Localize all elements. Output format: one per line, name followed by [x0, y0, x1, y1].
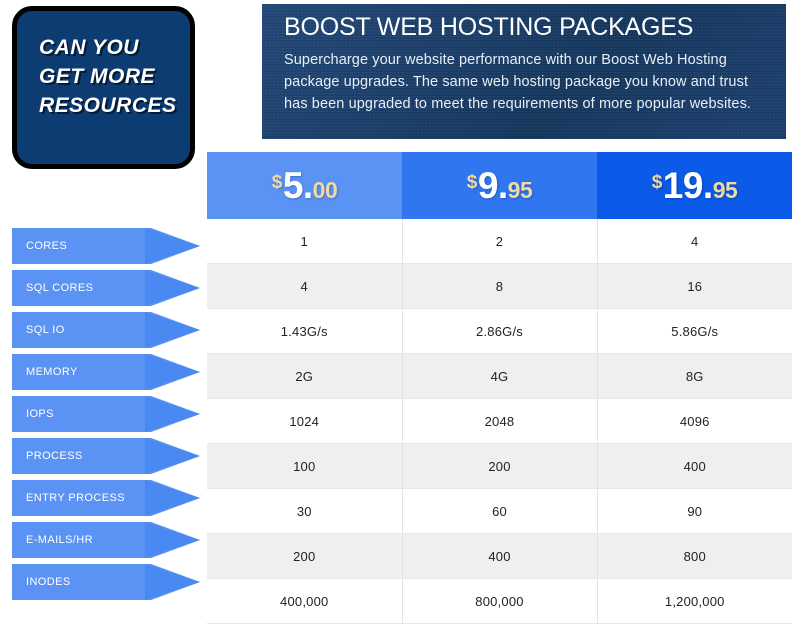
feature-label-text: SQL CORES: [26, 282, 94, 294]
feature-label-text: E-MAILS/HR: [26, 534, 93, 546]
arrow-tip-icon: [145, 522, 200, 558]
feature-label-arrow-3[interactable]: SQL IO: [12, 312, 200, 348]
table-cell: 16: [597, 263, 792, 309]
table-cell: 60: [402, 488, 598, 534]
feature-label-text: INODES: [26, 576, 71, 588]
price-currency-symbol: $: [651, 171, 663, 193]
table-cell: 8: [402, 263, 598, 309]
arrow-tip-icon: [145, 270, 200, 306]
price-currency-symbol: $: [466, 171, 478, 193]
feature-label-text: MEMORY: [26, 366, 78, 378]
feature-label-arrow-8[interactable]: E-MAILS/HR: [12, 522, 200, 558]
table-cell: 200: [207, 533, 403, 579]
plan-price-cell-3[interactable]: $19. 95: [597, 152, 792, 219]
plan-price-1: $5. 00: [272, 165, 338, 207]
feature-label-text: ENTRY PROCESS: [26, 492, 125, 504]
table-cell: 800,000: [402, 578, 598, 624]
price-whole-number: 5: [282, 164, 304, 206]
table-cell: 4G: [402, 353, 598, 399]
table-cell: 2G: [207, 353, 403, 399]
arrow-tip-icon: [145, 438, 200, 474]
feature-label-arrow-9[interactable]: INODES: [12, 564, 200, 600]
table-row: 124: [207, 219, 792, 264]
feature-label-text: PROCESS: [26, 450, 83, 462]
feature-label-arrow-2[interactable]: SQL CORES: [12, 270, 200, 306]
price-whole-number: 9: [477, 164, 499, 206]
page-title: BOOST WEB HOSTING PACKAGES: [284, 13, 694, 41]
table-row: 1.43G/s 2.86G/s 5.86G/s: [207, 308, 792, 354]
table-cell: 2.86G/s: [402, 308, 598, 354]
table-row: 4 8 16: [207, 263, 792, 309]
arrow-tip-icon: [145, 354, 200, 390]
table-cell: 400: [402, 533, 598, 579]
price-currency-symbol: $: [271, 171, 283, 193]
price-whole-number: 19: [662, 164, 704, 206]
arrow-tip-icon: [145, 564, 200, 600]
table-cell: 1,200,000: [597, 578, 792, 624]
table-cell: 200: [402, 443, 598, 489]
table-cell: 1.43G/s: [207, 308, 403, 354]
price-decimal-point: .: [497, 164, 508, 206]
promo-line-2: GET MORE: [39, 65, 156, 88]
table-row: 1024 2048 4096: [207, 398, 792, 444]
promo-line-3: RESOURCES: [39, 94, 177, 117]
table-row: 400,000 800,000 1,200,000: [207, 578, 792, 624]
table-cell: 4: [597, 219, 792, 264]
table-cell: 4: [207, 263, 403, 309]
price-decimal-point: .: [702, 164, 713, 206]
table-row: 30 60 90: [207, 488, 792, 534]
pricing-comparison-table: 1 2 4 4 8 16 1.43G/s 2.86G/s 5.86G/s 2G 4G 8G 1024 20…: [207, 219, 792, 624]
arrow-tip-icon: [145, 396, 200, 432]
table-cell: 5.86G/s: [597, 308, 792, 354]
table-cell: 400,000: [207, 578, 403, 624]
price-header-row: $5. 00 $9. 95 $19. 95: [207, 152, 792, 219]
table-row: 100 200 400: [207, 443, 792, 489]
feature-label-text: SQL IO: [26, 324, 65, 336]
table-cell: 800: [597, 533, 792, 579]
header-banner: BOOST WEB HOSTING PACKAGES Supercharge y…: [262, 4, 786, 139]
table-cell: 8G: [597, 353, 792, 399]
table-cell: 1024: [207, 398, 403, 444]
plan-price-3: $19. 95: [652, 165, 738, 207]
feature-label-text: CORES: [26, 240, 68, 252]
price-cents: 95: [712, 176, 738, 203]
table-cell: 4096: [597, 398, 792, 444]
arrow-tip-icon: [145, 480, 200, 516]
table-cell: 100: [207, 443, 403, 489]
feature-label-arrow-1[interactable]: CORES: [12, 228, 200, 264]
feature-label-arrow-5[interactable]: IOPS: [12, 396, 200, 432]
table-row: 2G 4G 8G: [207, 353, 792, 399]
feature-label-column: CORES SQL CORES SQL IO MEMORY IOPS PROCESS ENT…: [0, 228, 207, 606]
arrow-tip-icon: [145, 228, 200, 264]
table-cell: 2048: [402, 398, 598, 444]
plan-price-2: $9. 95: [467, 165, 533, 207]
plan-price-cell-1[interactable]: $5. 00: [207, 152, 402, 219]
promo-line-1: CAN YOU: [39, 36, 139, 59]
table-cell: 90: [597, 488, 792, 534]
table-cell: 2: [402, 219, 598, 264]
table-row: 200 400 800: [207, 533, 792, 579]
feature-label-arrow-4[interactable]: MEMORY: [12, 354, 200, 390]
price-cents: 95: [507, 176, 533, 203]
promo-badge: CAN YOU GET MORE RESOURCES: [12, 6, 195, 169]
feature-label-text: IOPS: [26, 408, 54, 420]
feature-label-arrow-7[interactable]: ENTRY PROCESS: [12, 480, 200, 516]
price-decimal-point: .: [302, 164, 313, 206]
table-cell: 1: [207, 219, 403, 264]
feature-label-arrow-6[interactable]: PROCESS: [12, 438, 200, 474]
table-cell: 400: [597, 443, 792, 489]
arrow-tip-icon: [145, 312, 200, 348]
header-description: Supercharge your website performance wit…: [284, 52, 752, 112]
price-cents: 00: [312, 176, 338, 203]
plan-price-cell-2[interactable]: $9. 95: [402, 152, 597, 219]
table-cell: 30: [207, 488, 403, 534]
